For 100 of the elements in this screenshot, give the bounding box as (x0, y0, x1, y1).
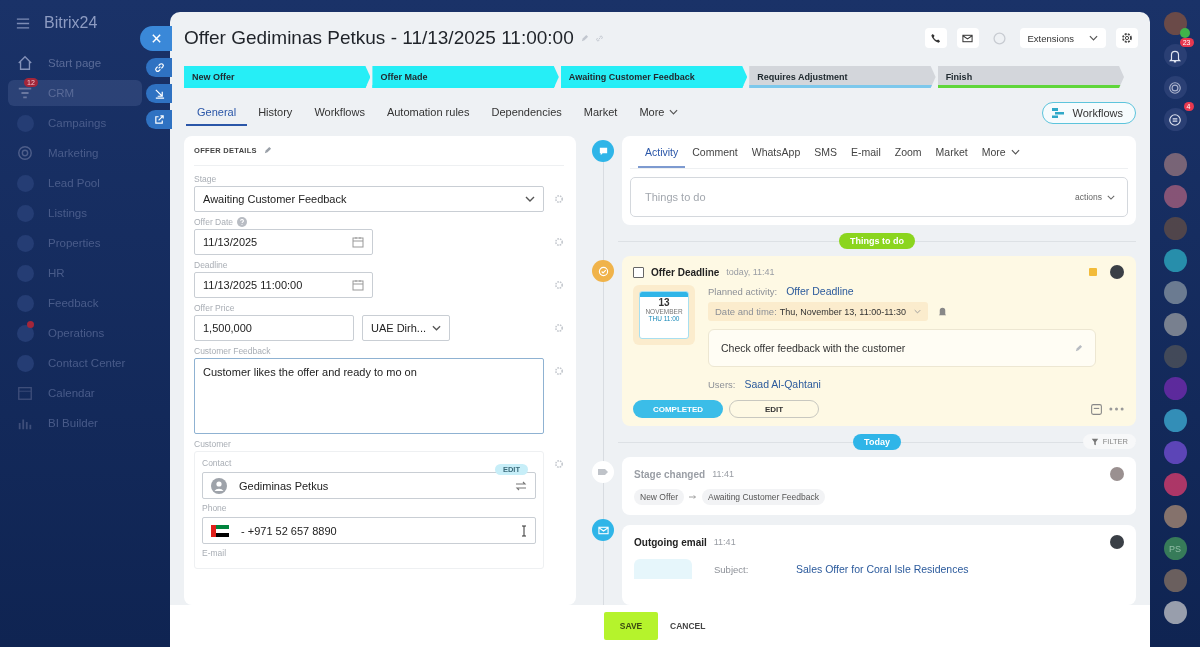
checkbox[interactable] (633, 266, 644, 278)
subject-link[interactable]: Sales Offer for Coral Isle Residences (796, 563, 969, 575)
activity-stream-button[interactable] (1163, 76, 1187, 99)
extensions-dropdown[interactable]: Extensions (1019, 28, 1106, 48)
stage-step[interactable]: New Offer (184, 66, 371, 88)
external-link-icon (153, 114, 165, 125)
todo-input[interactable]: Things to do actions (630, 177, 1128, 217)
note-icon[interactable] (1090, 402, 1103, 416)
target-icon (1168, 80, 1182, 95)
pencil-icon[interactable] (262, 146, 272, 155)
phone-icon (930, 32, 941, 44)
menu-icon[interactable] (16, 17, 30, 29)
field-label: Subject: (714, 563, 750, 575)
help-icon[interactable] (237, 217, 248, 227)
field-label: Offer Date (194, 217, 234, 227)
tab[interactable]: General (186, 100, 248, 126)
arrow-icon (153, 88, 165, 99)
stage-select[interactable]: Awaiting Customer Feedback (194, 186, 544, 212)
settings-icon[interactable] (554, 323, 564, 333)
copy-link-button[interactable] (146, 58, 172, 77)
activity-title: Offer Deadline (651, 266, 720, 278)
calendar-icon[interactable] (352, 279, 364, 291)
text-cursor-icon (521, 524, 527, 537)
calendar-icon[interactable] (352, 236, 364, 248)
swap-icon[interactable] (515, 479, 527, 492)
tab[interactable]: Comment (685, 136, 745, 168)
tab[interactable]: Market (572, 100, 629, 126)
workflows-button[interactable]: Workflows (1042, 102, 1136, 124)
tab[interactable]: E-mail (844, 136, 888, 168)
open-new-window-button[interactable] (146, 110, 172, 129)
avatar[interactable] (1110, 265, 1124, 279)
contact-field[interactable]: Gediminas Petkus (202, 472, 536, 499)
tab[interactable]: Zoom (887, 136, 929, 168)
field-label: Customer Feedback (194, 346, 271, 356)
bell-icon[interactable] (937, 306, 949, 317)
today-pill: Today (853, 433, 901, 450)
stage-step[interactable]: Offer Made (372, 66, 559, 88)
phone-button[interactable] (924, 28, 947, 48)
tab[interactable]: Automation rules (375, 100, 481, 126)
settings-icon (1121, 32, 1133, 44)
settings-icon[interactable] (554, 194, 564, 204)
notifications-button[interactable] (1163, 44, 1187, 67)
attachment-preview (634, 559, 692, 579)
tab[interactable]: More (628, 100, 690, 126)
tab[interactable]: History (247, 100, 304, 126)
field-label: Customer (194, 439, 231, 449)
settings-icon[interactable] (554, 237, 564, 247)
tab[interactable]: SMS (807, 136, 844, 168)
avatar[interactable] (1163, 12, 1187, 35)
bell-icon (1168, 48, 1182, 63)
messenger-button[interactable] (1163, 108, 1187, 131)
stage-step[interactable]: Finish (937, 66, 1125, 88)
mail-icon (962, 32, 973, 44)
caret-icon (432, 325, 441, 331)
mail-button[interactable] (956, 28, 979, 48)
cancel-button[interactable]: CANCEL (670, 621, 706, 631)
price-field[interactable]: 1,500,000 (194, 315, 354, 341)
date-field[interactable]: 11/13/2025 11:00:00 (194, 272, 373, 298)
user-link[interactable]: Saad Al-Qahtani (744, 378, 821, 390)
caret-icon (525, 196, 535, 202)
date-time-dropdown[interactable]: Date and time: Thu, November 13, 11:00-11:30 (708, 302, 929, 321)
stage-step[interactable]: Awaiting Customer Feedback (560, 66, 748, 88)
minimize-button[interactable] (146, 84, 172, 103)
close-icon (150, 33, 162, 44)
page-title: Offer Gediminas Petkus - 11/13/2025 11:00:00 (184, 27, 574, 49)
filter-icon (1090, 437, 1099, 446)
feedback-textarea[interactable]: Customer likes the offer and ready to mo on (194, 358, 544, 434)
pencil-icon[interactable] (1074, 343, 1083, 353)
save-button[interactable]: SAVE (604, 612, 658, 640)
caret-icon (1010, 149, 1020, 155)
settings-icon[interactable] (554, 366, 564, 376)
settings-icon[interactable] (554, 280, 564, 290)
stage-step[interactable]: Requires Adjustment (749, 66, 936, 88)
currency-select[interactable]: UAE Dirh... (362, 315, 450, 341)
more-icon[interactable] (1109, 407, 1124, 411)
field-label: Deadline (194, 260, 228, 270)
section-icon (16, 294, 34, 312)
home-icon (17, 55, 33, 71)
tab[interactable]: Market (928, 136, 975, 168)
field-label: Users: (708, 378, 736, 390)
date-field[interactable]: 11/13/2025 (194, 229, 373, 255)
actions-dropdown[interactable]: actions (1075, 192, 1115, 202)
tab[interactable]: More (974, 136, 1027, 168)
avatar[interactable] (1110, 535, 1124, 549)
phone-field[interactable]: - +971 52 657 8890 (202, 517, 536, 544)
tab[interactable]: WhatsApp (744, 136, 808, 168)
flag-icon (211, 524, 229, 537)
event-time: 11:41 (712, 469, 734, 479)
activity-link[interactable]: Offer Deadline (786, 285, 854, 297)
mail-icon (592, 519, 614, 541)
settings-button[interactable] (1116, 28, 1138, 48)
tab[interactable]: Dependencies (480, 100, 573, 126)
field-label: Phone (202, 503, 228, 513)
tab[interactable]: Activity (638, 136, 686, 168)
tab[interactable]: Workflows (303, 100, 376, 126)
close-button[interactable] (140, 26, 172, 51)
section-icon (16, 324, 34, 342)
stage-chip: Awaiting Customer Feedback (702, 489, 825, 505)
avatar[interactable] (1163, 601, 1187, 624)
settings-icon[interactable] (554, 459, 564, 469)
